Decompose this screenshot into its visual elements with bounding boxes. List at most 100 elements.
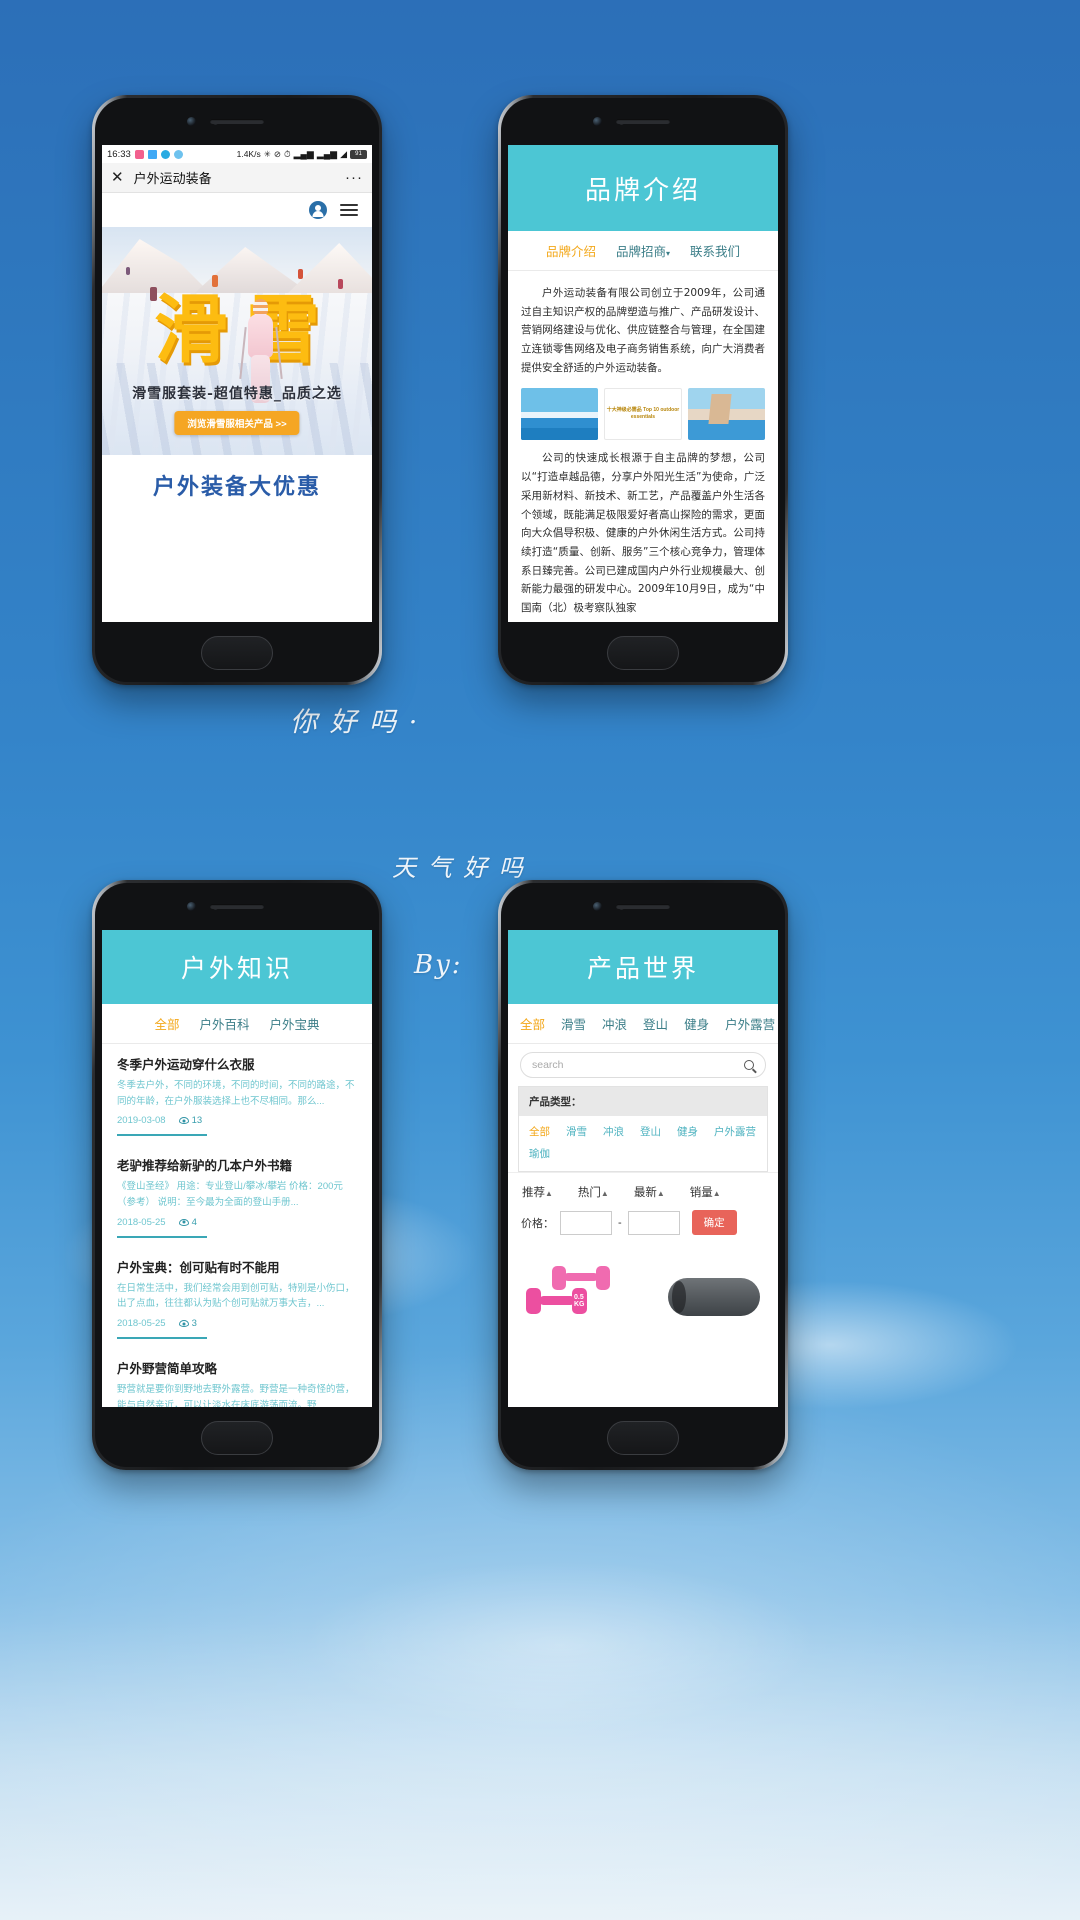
article-excerpt: 野营就是要你到野地去野外露营。野营是一种奇怪的营，能与自然亲近，可以让淡水在床底… [117,1384,355,1407]
tab-all[interactable]: 全部 [154,1014,179,1033]
scribble-greeting-1: 你 好 吗 · [290,707,420,738]
tab-camping[interactable]: 户外露营 [725,1014,775,1033]
promo-heading: 户外装备大优惠 [102,455,372,515]
product-grid: 0.5 KG [508,1246,778,1336]
brand-image-gallery: 十大神级必需品 Top 10 outdoor essentials [521,388,766,441]
network-speed: 1.4K/s [236,149,261,159]
divider [117,1134,207,1137]
tab-surf[interactable]: 冲浪 [602,1014,627,1033]
search-icon[interactable] [744,1060,754,1070]
hero-banner[interactable]: 滑雪 滑雪服套装-超值特惠_品质之选 浏览滑雪服相关产品 >> [102,227,372,455]
filter-title: 产品类型： [519,1087,767,1116]
view-count: 13 [178,1115,203,1127]
divider [117,1235,207,1238]
front-camera-icon [593,117,602,126]
home-button[interactable] [607,636,679,670]
message-icon [134,149,144,159]
brand-paragraph-2: 公司的快速成长根源于自主品牌的梦想，公司以“打造卓越品德，分享户外阳光生活”为使… [521,452,765,614]
banner-cta-button[interactable]: 浏览滑雪服相关产品 >> [174,411,300,435]
product-badge: 0.5 KG [574,1294,585,1308]
skier-figure [212,275,218,287]
gallery-image-coast[interactable] [688,388,766,441]
product-card-foam-roller[interactable] [648,1252,766,1336]
phone-mockup-2: 品牌介绍 品牌介绍 品牌招商▾ 联系我们 户外运动装备有限公司创立于2009年，… [498,95,788,685]
tab-outdoor-encyclopedia[interactable]: 户外百科 [199,1014,249,1033]
site-toolbar [102,193,372,227]
product-card-dumbbell[interactable]: 0.5 KG [520,1252,638,1336]
price-label: 价格： [521,1217,554,1230]
brand-nav-tabs: 品牌介绍 品牌招商▾ 联系我们 [508,231,778,271]
section-header-products: 产品世界 [508,930,778,1004]
tab-brand-intro[interactable]: 品牌介绍 [546,241,596,260]
list-item[interactable]: 老驴推荐给新驴的几本户外书籍 《登山圣经》 用途：专业登山/攀冰/攀岩 价格：2… [117,1155,357,1246]
view-count-value: 4 [191,1216,197,1228]
chip-ski[interactable]: 滑雪 [566,1124,587,1139]
price-min-input[interactable] [560,1210,612,1235]
article-date: 2018-05-25 [117,1216,166,1228]
list-item[interactable]: 冬季户外运动穿什么衣服 冬季去户外，不同的环境，不同的时间，不同的路途，不同的年… [117,1054,357,1145]
banner-subtitle: 滑雪服套装-超值特惠_品质之选 [132,386,342,402]
sort-arrow-up-icon: ▲ [600,1189,609,1198]
page-title: 户外运动装备 [133,171,212,186]
sort-arrow-up-icon: ▲ [656,1189,665,1198]
mute-icon: ⊘ [273,148,281,159]
home-button[interactable] [201,1421,273,1455]
skier-figure [298,269,303,279]
earpiece-speaker [210,119,264,124]
home-button[interactable] [201,636,273,670]
alarm-icon: ⏱ [283,148,291,159]
earpiece-speaker [616,119,670,124]
chip-fitness[interactable]: 健身 [677,1124,698,1139]
menu-icon[interactable] [340,201,358,219]
article-list: 冬季户外运动穿什么衣服 冬季去户外，不同的环境，不同的时间，不同的路途，不同的年… [102,1044,372,1407]
sort-popular[interactable]: 热门▲ [578,1184,609,1200]
chip-surf[interactable]: 冲浪 [603,1124,624,1139]
wifi-icon: ◢ [340,148,347,159]
chip-yoga[interactable]: 瑜伽 [529,1146,550,1161]
tab-contact-us[interactable]: 联系我们 [690,241,740,260]
skier-figure [126,267,130,275]
article-excerpt: 在日常生活中，我们经常会用到创可贴，特别是小伤口，出了点血，往往都认为贴个创可贴… [117,1282,355,1310]
tab-ski[interactable]: 滑雪 [561,1014,586,1033]
tab-climb[interactable]: 登山 [643,1014,668,1033]
list-item[interactable]: 户外宝典：创可贴有时不能用 在日常生活中，我们经常会用到创可贴，特别是小伤口，出… [117,1257,357,1348]
product-filter-panel: 产品类型： 全部 滑雪 冲浪 登山 健身 户外露营 瑜伽 [518,1086,768,1172]
article-meta: 2018-05-25 3 [117,1318,357,1329]
home-button[interactable] [607,1421,679,1455]
view-count-value: 3 [191,1318,197,1330]
earpiece-speaker [616,904,670,909]
sort-label: 推荐 [522,1187,545,1199]
sort-recommended[interactable]: 推荐▲ [522,1184,553,1200]
more-options-icon[interactable]: ··· [345,169,363,186]
tab-fitness[interactable]: 健身 [684,1014,709,1033]
article-meta: 2019-03-08 13 [117,1115,357,1126]
battery-icon: 91 [350,149,367,159]
price-max-input[interactable] [627,1210,680,1235]
brand-paragraph-1: 户外运动装备有限公司创立于2009年，公司通过自主知识产权的品牌塑造与推广、产品… [521,287,765,374]
list-item[interactable]: 户外野营简单攻略 野营就是要你到野地去野外露营。野营是一种奇怪的营，能与自然亲近… [117,1358,357,1407]
phone-mockup-1: 16:33 1.4K/s ✳ ⊘ ⏱ ▂▄▆ ▂▄▆ ◢ 91 ✕ 户外运动装备… [92,95,382,685]
sort-sales[interactable]: 销量▲ [690,1184,721,1200]
tab-all[interactable]: 全部 [520,1014,545,1033]
view-count-value: 13 [191,1115,203,1127]
tab-brand-franchise[interactable]: 品牌招商▾ [616,241,670,260]
chip-climb[interactable]: 登山 [640,1124,661,1139]
price-submit-button[interactable]: 确定 [691,1210,737,1235]
phone3-screen: 户外知识 全部 户外百科 户外宝典 冬季户外运动穿什么衣服 冬季去户外，不同的环… [102,930,372,1407]
article-title: 户外野营简单攻略 [117,1362,218,1377]
close-icon[interactable]: ✕ [111,170,124,185]
chevron-down-icon: ▾ [666,249,671,258]
skier-figure [338,279,343,289]
gallery-image-essentials[interactable]: 十大神级必需品 Top 10 outdoor essentials [603,388,683,441]
chip-all[interactable]: 全部 [529,1124,550,1139]
article-date: 2019-03-08 [117,1115,166,1127]
sort-newest[interactable]: 最新▲ [634,1184,665,1200]
chip-camping[interactable]: 户外露营 [714,1124,756,1139]
front-camera-icon [593,902,602,911]
search-input[interactable]: search [520,1052,766,1078]
user-account-icon[interactable] [309,201,327,219]
gallery-image-beach[interactable] [521,388,598,441]
tab-outdoor-handbook[interactable]: 户外宝典 [270,1014,320,1033]
front-camera-icon [187,902,196,911]
eye-icon [178,1117,189,1125]
